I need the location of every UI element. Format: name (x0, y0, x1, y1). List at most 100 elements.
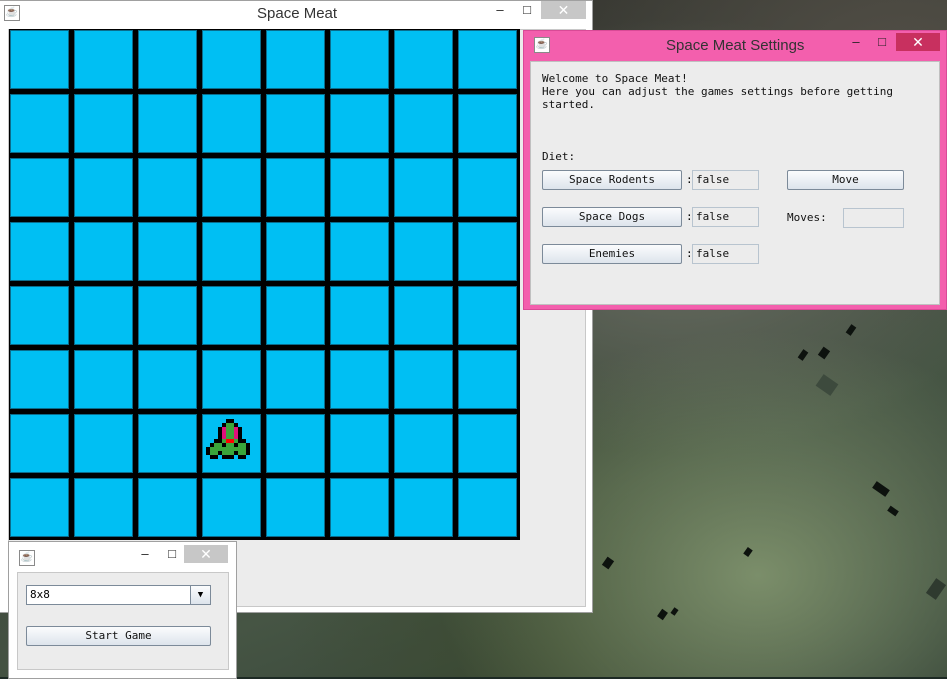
settings-panel: Welcome to Space Meat! Here you can adju… (530, 61, 940, 305)
board-cell[interactable] (74, 30, 133, 89)
board-cell[interactable] (330, 286, 389, 345)
java-icon: ☕ (19, 550, 35, 566)
board-cell[interactable] (330, 414, 389, 473)
board-cell[interactable] (266, 30, 325, 89)
board-cell[interactable] (458, 158, 517, 217)
board-cell[interactable] (10, 158, 69, 217)
board-cell[interactable] (202, 478, 261, 537)
settings-titlebar[interactable]: ☕ Space Meat Settings – □ ✕ (524, 31, 946, 55)
welcome-line: started. (542, 98, 595, 111)
board-cell[interactable] (138, 414, 197, 473)
board-cell[interactable] (10, 350, 69, 409)
board-cell[interactable] (394, 414, 453, 473)
board-cell[interactable] (10, 30, 69, 89)
board-cell[interactable] (10, 94, 69, 153)
board-cell[interactable] (458, 30, 517, 89)
wallpaper-shard (657, 608, 668, 621)
board-cell[interactable] (394, 286, 453, 345)
board-cell[interactable] (266, 222, 325, 281)
board-cell[interactable] (202, 94, 261, 153)
minimize-icon[interactable]: – (846, 33, 866, 51)
board-cell[interactable] (394, 222, 453, 281)
maximize-icon[interactable]: □ (872, 33, 892, 51)
board-cell[interactable] (458, 350, 517, 409)
board-cell[interactable] (330, 478, 389, 537)
wallpaper-shard (845, 324, 857, 336)
minimize-icon[interactable]: – (135, 545, 155, 563)
java-icon: ☕ (534, 37, 550, 53)
start-game-button[interactable]: Start Game (26, 626, 211, 646)
enemies-button[interactable]: Enemies (542, 244, 682, 264)
board-cell[interactable] (266, 350, 325, 409)
board-cell[interactable] (74, 350, 133, 409)
board-cell[interactable] (74, 414, 133, 473)
board-cell[interactable] (10, 286, 69, 345)
board-cell[interactable] (330, 30, 389, 89)
wallpaper-shard (872, 481, 890, 497)
board-cell[interactable] (202, 222, 261, 281)
board-cell[interactable] (266, 286, 325, 345)
chevron-down-icon[interactable]: ▼ (190, 586, 210, 604)
board-cell[interactable] (394, 158, 453, 217)
board-cell[interactable] (266, 414, 325, 473)
space-dogs-button[interactable]: Space Dogs (542, 207, 682, 227)
settings-window: ☕ Space Meat Settings – □ ✕ Welcome to S… (523, 30, 947, 310)
board-cell[interactable] (138, 350, 197, 409)
board-cell[interactable] (458, 94, 517, 153)
space-rodents-button[interactable]: Space Rodents (542, 170, 682, 190)
board-cell[interactable] (74, 222, 133, 281)
moves-label: Moves: (787, 211, 827, 224)
board-cell[interactable] (74, 158, 133, 217)
board-cell[interactable] (138, 286, 197, 345)
welcome-line: Here you can adjust the games settings b… (542, 85, 893, 98)
board-cell[interactable] (138, 222, 197, 281)
board-cell[interactable] (74, 286, 133, 345)
close-icon[interactable]: ✕ (896, 33, 940, 51)
wallpaper-shard (815, 374, 839, 396)
board-cell[interactable] (202, 158, 261, 217)
board-cell[interactable] (394, 94, 453, 153)
board-cell[interactable] (74, 94, 133, 153)
move-button[interactable]: Move (787, 170, 904, 190)
board-cell[interactable] (10, 222, 69, 281)
maximize-icon[interactable]: □ (162, 545, 182, 563)
game-board[interactable] (9, 29, 520, 540)
board-cell[interactable] (138, 30, 197, 89)
launcher-titlebar[interactable]: ☕ – □ ✕ (9, 542, 236, 566)
close-icon[interactable]: ✕ (184, 545, 228, 563)
board-cell[interactable] (458, 222, 517, 281)
grid-size-select[interactable]: 8x8 ▼ (26, 585, 211, 605)
game-titlebar[interactable]: ☕ Space Meat – □ ✕ (0, 1, 592, 25)
board-cell[interactable] (394, 350, 453, 409)
board-cell[interactable] (266, 478, 325, 537)
board-cell[interactable] (394, 30, 453, 89)
board-cell[interactable] (202, 30, 261, 89)
maximize-icon[interactable]: □ (517, 1, 537, 19)
board-cell[interactable] (330, 222, 389, 281)
board-cell[interactable] (330, 94, 389, 153)
board-cell[interactable] (202, 286, 261, 345)
board-cell[interactable] (10, 414, 69, 473)
board-cell[interactable] (138, 94, 197, 153)
board-cell[interactable] (202, 350, 261, 409)
window-title: Space Meat Settings (666, 37, 805, 54)
board-cell[interactable] (266, 94, 325, 153)
board-cell[interactable] (458, 414, 517, 473)
close-icon[interactable]: ✕ (541, 1, 586, 19)
welcome-line: Welcome to Space Meat! (542, 72, 688, 85)
board-cell[interactable] (74, 478, 133, 537)
board-cell[interactable] (10, 478, 69, 537)
board-cell[interactable] (330, 158, 389, 217)
wallpaper-shard (743, 547, 753, 557)
board-cell[interactable] (458, 286, 517, 345)
board-cell[interactable] (330, 350, 389, 409)
board-cell[interactable] (266, 158, 325, 217)
board-cell[interactable] (458, 478, 517, 537)
board-cell[interactable] (394, 478, 453, 537)
board-cell[interactable] (138, 478, 197, 537)
window-title: Space Meat (257, 5, 338, 22)
minimize-icon[interactable]: – (490, 1, 510, 19)
board-cell[interactable] (138, 158, 197, 217)
wallpaper-shard (925, 578, 947, 600)
board-cell[interactable] (202, 414, 261, 473)
